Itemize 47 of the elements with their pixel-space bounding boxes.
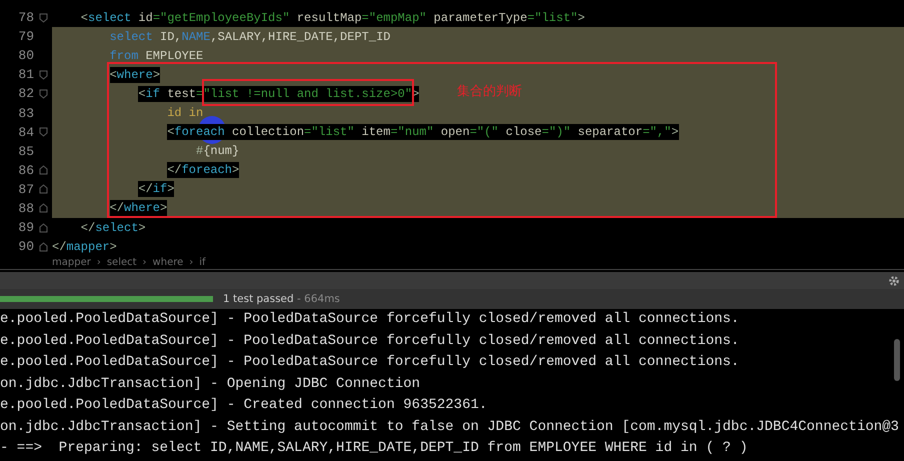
fold-icon[interactable] [38,165,48,176]
console-line: e.pooled.PooledDataSource] - PooledDataSource forcefully closed/removed all connections. [0,353,740,372]
settings-icon[interactable] [888,274,900,286]
test-status: 1 test passed - 664ms [223,293,340,305]
breadcrumb-separator: › [189,256,194,268]
breadcrumb-item[interactable]: mapper [52,256,91,268]
breadcrumb-separator: › [96,256,101,268]
line-number: 87 [17,182,34,197]
line-number: 80 [17,48,34,64]
line-number: 89 [17,220,34,236]
line-number: 82 [17,86,34,102]
code-line: </mapper> [52,238,117,255]
fold-icon[interactable] [38,184,48,194]
fold-icon[interactable] [38,70,48,80]
console-line: e.pooled.PooledDataSource] - PooledDataSource forcefully closed/removed all connections. [0,332,740,350]
code-line: </select> [80,220,146,236]
fold-icon[interactable] [38,127,48,138]
breadcrumb-separator: › [142,256,147,268]
code-line: select ID,NAME,SALARY,HIRE_DATE,DEPT_ID [110,28,390,45]
breadcrumb-item[interactable]: select [106,256,137,268]
line-number: 79 [17,29,34,44]
line-number: 90 [17,239,34,254]
fold-icon[interactable] [38,12,48,23]
annotation-text: 集合的判断 [457,83,522,100]
breadcrumb-item[interactable]: where [152,256,184,268]
code-line: id in [167,105,204,122]
line-number: 88 [17,200,34,216]
line-number: 83 [17,106,34,121]
console-line: e.pooled.PooledDataSource] - PooledDataSource forcefully closed/removed all connections. [0,310,740,329]
console-line: e.pooled.PooledDataSource] - Created connection 963522361. [0,396,488,415]
scrollbar[interactable] [894,339,900,381]
code-line: #{num} [196,143,240,160]
code-line: from EMPLOYEE [110,48,204,64]
line-number: 85 [17,144,34,159]
console-line: on.jdbc.JdbcTransaction] - Setting autocommit to false on JDBC Connection [com.mysql.jdbc.JDBC4Connection@3 [0,418,899,436]
fold-icon[interactable] [38,242,48,252]
fold-icon[interactable] [38,88,48,99]
code-line: <select id="getEmployeeByIds" resultMap="empMap" parameterType="list"> [80,10,585,26]
line-number: 84 [17,124,34,140]
fold-icon[interactable] [38,203,48,214]
line-number: 78 [17,10,34,26]
console-line: - ==> Preparing: select ID,NAME,SALARY,HIRE_DATE,DEPT_ID from EMPLOYEE WHERE id in ( ? ) [0,439,748,458]
fold-icon[interactable] [38,222,48,233]
line-number: 81 [17,67,34,82]
line-number: 86 [17,162,34,178]
breadcrumb-item[interactable]: if [199,256,206,268]
console-line: on.jdbc.JdbcTransaction] - Opening JDBC Connection [0,374,420,394]
